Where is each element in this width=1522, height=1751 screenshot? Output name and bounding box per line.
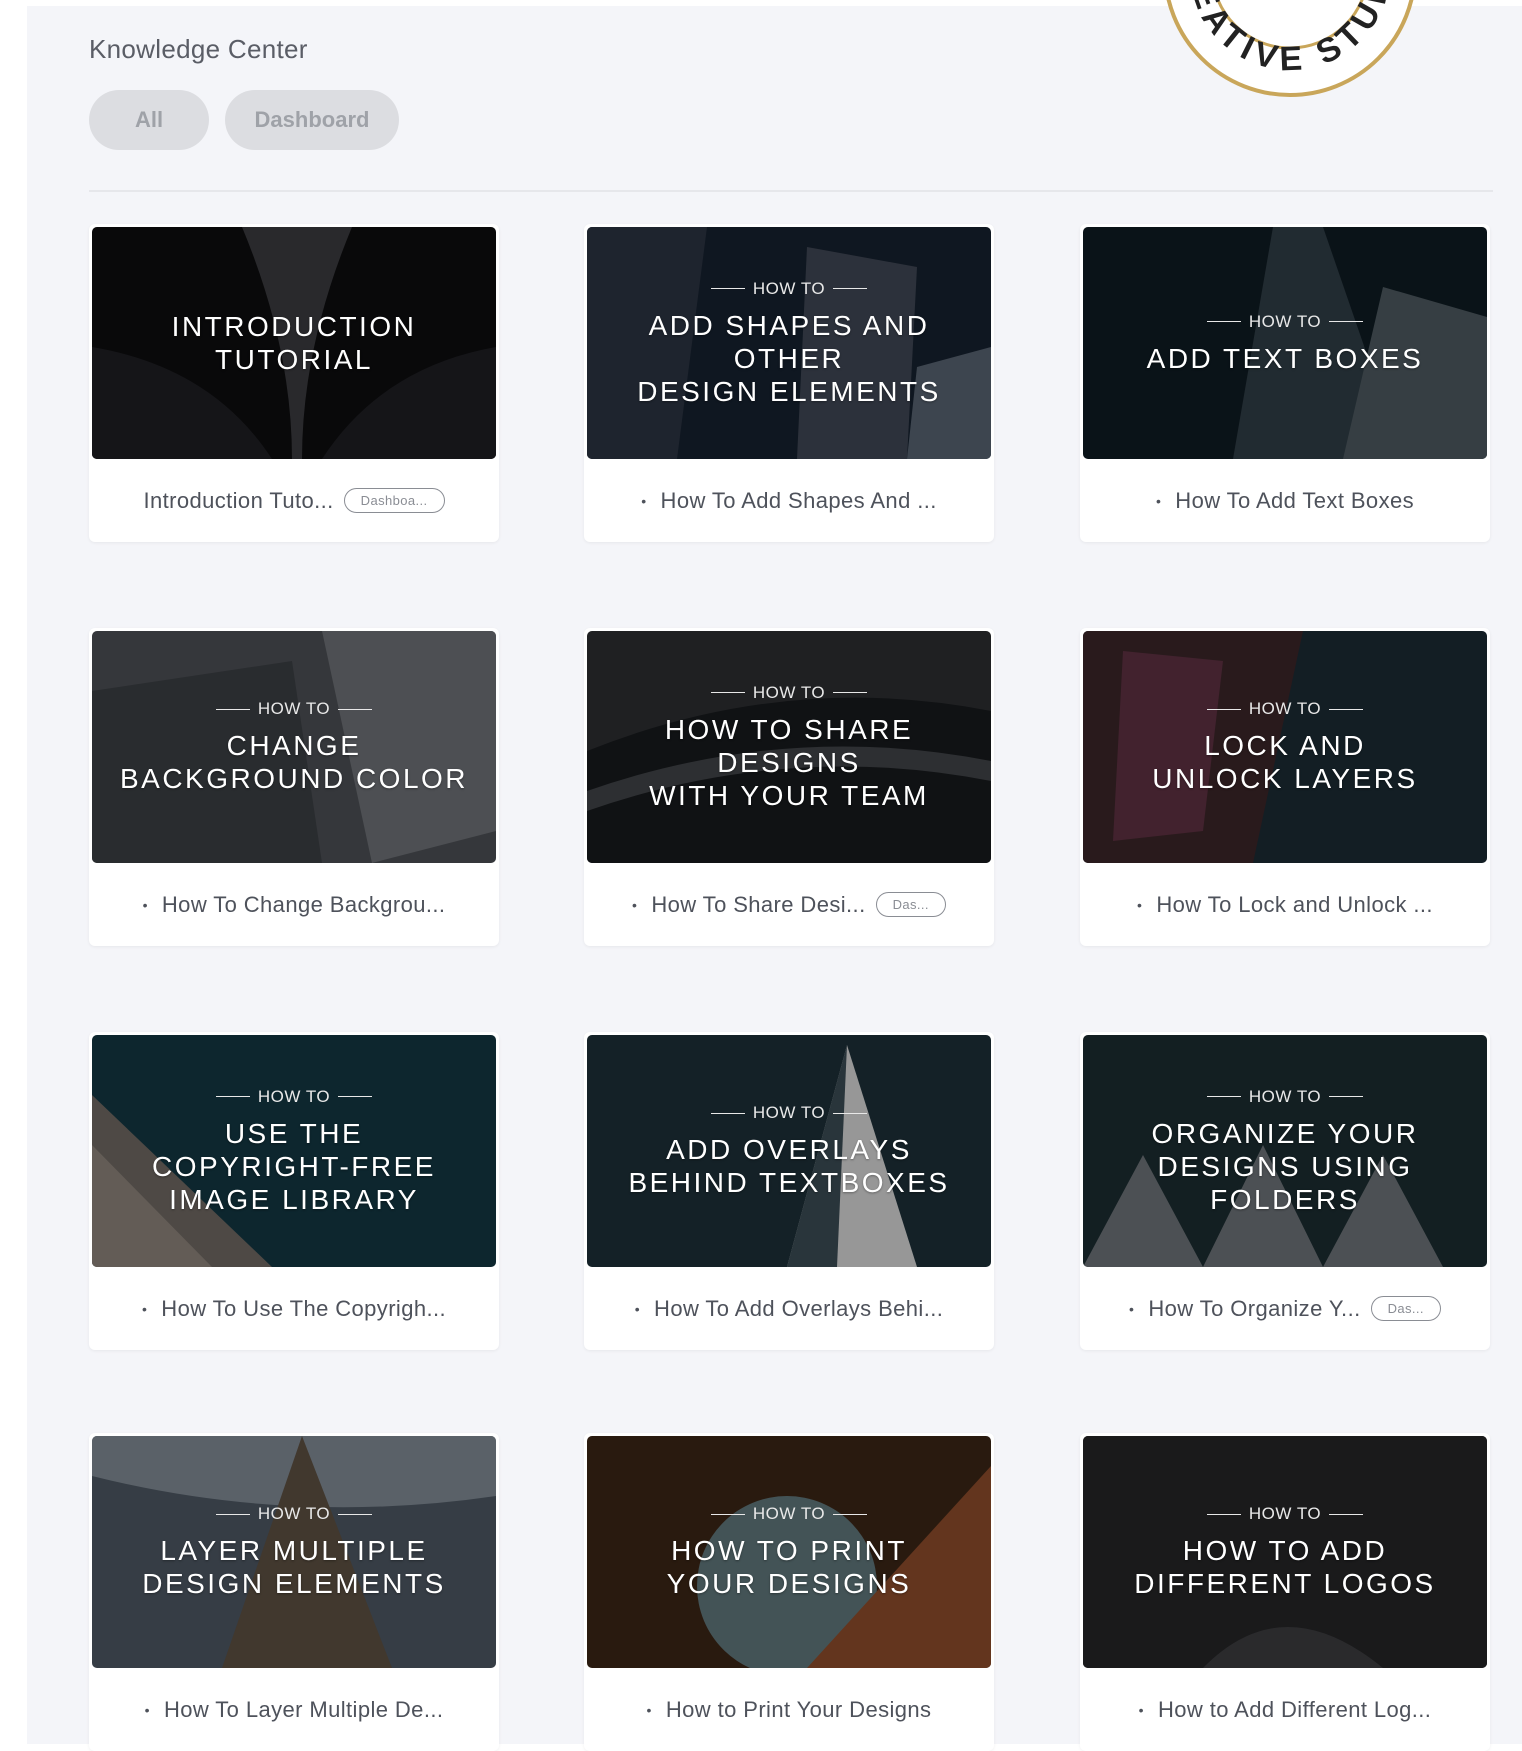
thumbnail-howto-label: HOW TO: [711, 683, 867, 703]
tutorial-thumbnail[interactable]: HOW TO USE THE COPYRIGHT-FREE IMAGE LIBRA…: [92, 1035, 496, 1267]
tutorial-thumbnail[interactable]: HOW TO ADD TEXT BOXES: [1083, 227, 1487, 459]
tutorial-card[interactable]: HOW TO USE THE COPYRIGHT-FREE IMAGE LIBRA…: [89, 1032, 499, 1350]
bullet-icon: •: [1155, 492, 1162, 509]
thumbnail-howto-label: HOW TO: [711, 1504, 867, 1524]
card-caption-text: How To Lock and Unlock ...: [1156, 891, 1433, 917]
bullet-icon: •: [1138, 1701, 1144, 1718]
card-caption[interactable]: • How To Share Desi... Das...: [584, 863, 994, 946]
card-caption-text: Introduction Tuto...: [143, 487, 334, 513]
tutorial-card[interactable]: HOW TO LOCK AND UNLOCK LAYERS • How To Lock…: [1080, 628, 1490, 946]
tutorial-thumbnail[interactable]: HOW TO LOCK AND UNLOCK LAYERS: [1083, 631, 1487, 863]
tutorial-thumbnail[interactable]: HOW TO HOW TO PRINT YOUR DESIGNS: [587, 1436, 991, 1668]
card-caption[interactable]: • How To Use The Copyrigh...: [89, 1267, 499, 1350]
card-caption-text: How To Add Text Boxes: [1175, 487, 1415, 513]
thumbnail-howto-label: HOW TO: [711, 1103, 867, 1123]
thumbnail-howto-label: HOW TO: [216, 1504, 372, 1524]
thumbnail-title: ADD TEXT BOXES: [1146, 342, 1424, 374]
header-divider: [89, 190, 1493, 192]
thumbnail-title: HOW TO PRINT YOUR DESIGNS: [666, 1535, 912, 1599]
tutorial-thumbnail[interactable]: HOW TO CHANGE BACKGROUND COLOR: [92, 631, 496, 863]
tutorial-card[interactable]: HOW TO ADD OVERLAYS BEHIND TEXTBOXES • How …: [584, 1032, 994, 1350]
thumbnail-title: ORGANIZE YOUR DESIGNS USING FOLDERS: [1151, 1117, 1419, 1215]
card-caption[interactable]: • How To Layer Multiple De...: [89, 1668, 499, 1751]
bullet-icon: •: [1129, 1300, 1135, 1317]
card-caption[interactable]: • How to Add Different Log...: [1080, 1668, 1490, 1751]
thumbnail-howto-label: HOW TO: [216, 699, 372, 719]
tutorial-card[interactable]: HOW TO HOW TO ADD DIFFERENT LOGOS • How to …: [1080, 1433, 1490, 1751]
thumbnail-title: CHANGE BACKGROUND COLOR: [119, 730, 469, 794]
tutorial-card[interactable]: HOW TO HOW TO PRINT YOUR DESIGNS • How to P…: [584, 1433, 994, 1751]
thumbnail-title: INTRODUCTION TUTORIAL: [171, 311, 417, 375]
card-caption-text: How To Change Backgrou...: [161, 891, 446, 917]
card-caption-text: How to Add Different Log...: [1157, 1696, 1432, 1722]
tutorial-thumbnail[interactable]: HOW TO HOW TO SHARE DESIGNS WITH YOUR TEA…: [587, 631, 991, 863]
tutorial-thumbnail[interactable]: INTRODUCTION TUTORIAL: [92, 227, 496, 459]
thumbnail-title: HOW TO ADD DIFFERENT LOGOS: [1134, 1535, 1436, 1599]
category-tag[interactable]: Das...: [1370, 1296, 1441, 1321]
card-caption-text: How To Add Shapes And ...: [660, 487, 937, 513]
card-caption[interactable]: • How To Add Shapes And ...: [584, 459, 994, 542]
thumbnail-title: USE THE COPYRIGHT-FREE IMAGE LIBRARY: [152, 1117, 436, 1215]
tutorial-thumbnail[interactable]: HOW TO ORGANIZE YOUR DESIGNS USING FOLDER…: [1083, 1035, 1487, 1267]
tutorial-card[interactable]: HOW TO CHANGE BACKGROUND COLOR • How To Cha…: [89, 628, 499, 946]
tutorial-card[interactable]: HOW TO ADD SHAPES AND OTHER DESIGN ELEMEN…: [584, 224, 994, 542]
card-caption[interactable]: • How To Lock and Unlock ...: [1080, 863, 1490, 946]
tutorial-card[interactable]: HOW TO HOW TO SHARE DESIGNS WITH YOUR TEA…: [584, 628, 994, 946]
tutorial-thumbnail[interactable]: HOW TO ADD OVERLAYS BEHIND TEXTBOXES: [587, 1035, 991, 1267]
card-caption-text: How To Organize Y...: [1148, 1295, 1361, 1321]
thumbnail-title: HOW TO SHARE DESIGNS WITH YOUR TEAM: [649, 713, 929, 811]
card-caption-text: How To Use The Copyrigh...: [161, 1295, 447, 1321]
bullet-icon: •: [641, 492, 647, 509]
bullet-icon: •: [646, 1701, 652, 1718]
bullet-icon: •: [634, 1300, 641, 1317]
thumbnail-howto-label: HOW TO: [1207, 312, 1363, 332]
filter-dashboard-button[interactable]: Dashboard: [225, 90, 399, 150]
card-caption-text: How To Share Desi...: [651, 891, 866, 917]
thumbnail-title: ADD SHAPES AND OTHER DESIGN ELEMENTS: [637, 309, 941, 407]
bullet-icon: •: [141, 1300, 148, 1317]
thumbnail-title: LAYER MULTIPLE DESIGN ELEMENTS: [142, 1535, 446, 1599]
card-caption-text: How To Add Overlays Behi...: [654, 1295, 944, 1321]
category-tag[interactable]: Das...: [875, 892, 946, 917]
thumbnail-howto-label: HOW TO: [711, 279, 867, 299]
card-caption[interactable]: • How To Add Text Boxes: [1080, 459, 1490, 542]
thumbnail-howto-label: HOW TO: [216, 1087, 372, 1107]
thumbnail-howto-label: HOW TO: [1207, 699, 1363, 719]
filter-all-button[interactable]: All: [89, 90, 209, 150]
bullet-icon: •: [632, 896, 638, 913]
creative-studio-stamp: CREATIVE STUDIO: [1160, 0, 1414, 97]
card-caption[interactable]: • How To Change Backgrou...: [89, 863, 499, 946]
tutorial-thumbnail[interactable]: HOW TO ADD SHAPES AND OTHER DESIGN ELEMEN…: [587, 227, 991, 459]
bullet-icon: •: [1137, 896, 1143, 913]
bullet-icon: •: [142, 896, 148, 913]
card-caption[interactable]: • How To Add Overlays Behi...: [584, 1267, 994, 1350]
category-tag[interactable]: Dashboa...: [343, 488, 445, 513]
tutorial-card[interactable]: INTRODUCTION TUTORIAL Introduction Tuto..…: [89, 224, 499, 542]
thumbnail-howto-label: HOW TO: [1207, 1504, 1363, 1524]
tutorial-card[interactable]: HOW TO ADD TEXT BOXES • How To Add Text Box…: [1080, 224, 1490, 542]
card-caption[interactable]: Introduction Tuto... Dashboa...: [89, 459, 499, 542]
page-title: Knowledge Center: [89, 34, 308, 64]
thumbnail-title: LOCK AND UNLOCK LAYERS: [1152, 730, 1418, 794]
card-caption[interactable]: • How to Print Your Designs: [584, 1668, 994, 1751]
card-caption-text: How to Print Your Designs: [665, 1696, 932, 1722]
tutorial-thumbnail[interactable]: HOW TO LAYER MULTIPLE DESIGN ELEMENTS: [92, 1436, 496, 1668]
card-caption[interactable]: • How To Organize Y... Das...: [1080, 1267, 1490, 1350]
tutorial-thumbnail[interactable]: HOW TO HOW TO ADD DIFFERENT LOGOS: [1083, 1436, 1487, 1668]
tutorial-card[interactable]: HOW TO LAYER MULTIPLE DESIGN ELEMENTS • How…: [89, 1433, 499, 1751]
card-caption-text: How To Layer Multiple De...: [163, 1696, 444, 1722]
thumbnail-title: ADD OVERLAYS BEHIND TEXTBOXES: [628, 1134, 950, 1198]
tutorial-card[interactable]: HOW TO ORGANIZE YOUR DESIGNS USING FOLDER…: [1080, 1032, 1490, 1350]
thumbnail-howto-label: HOW TO: [1207, 1087, 1363, 1107]
bullet-icon: •: [144, 1701, 150, 1718]
